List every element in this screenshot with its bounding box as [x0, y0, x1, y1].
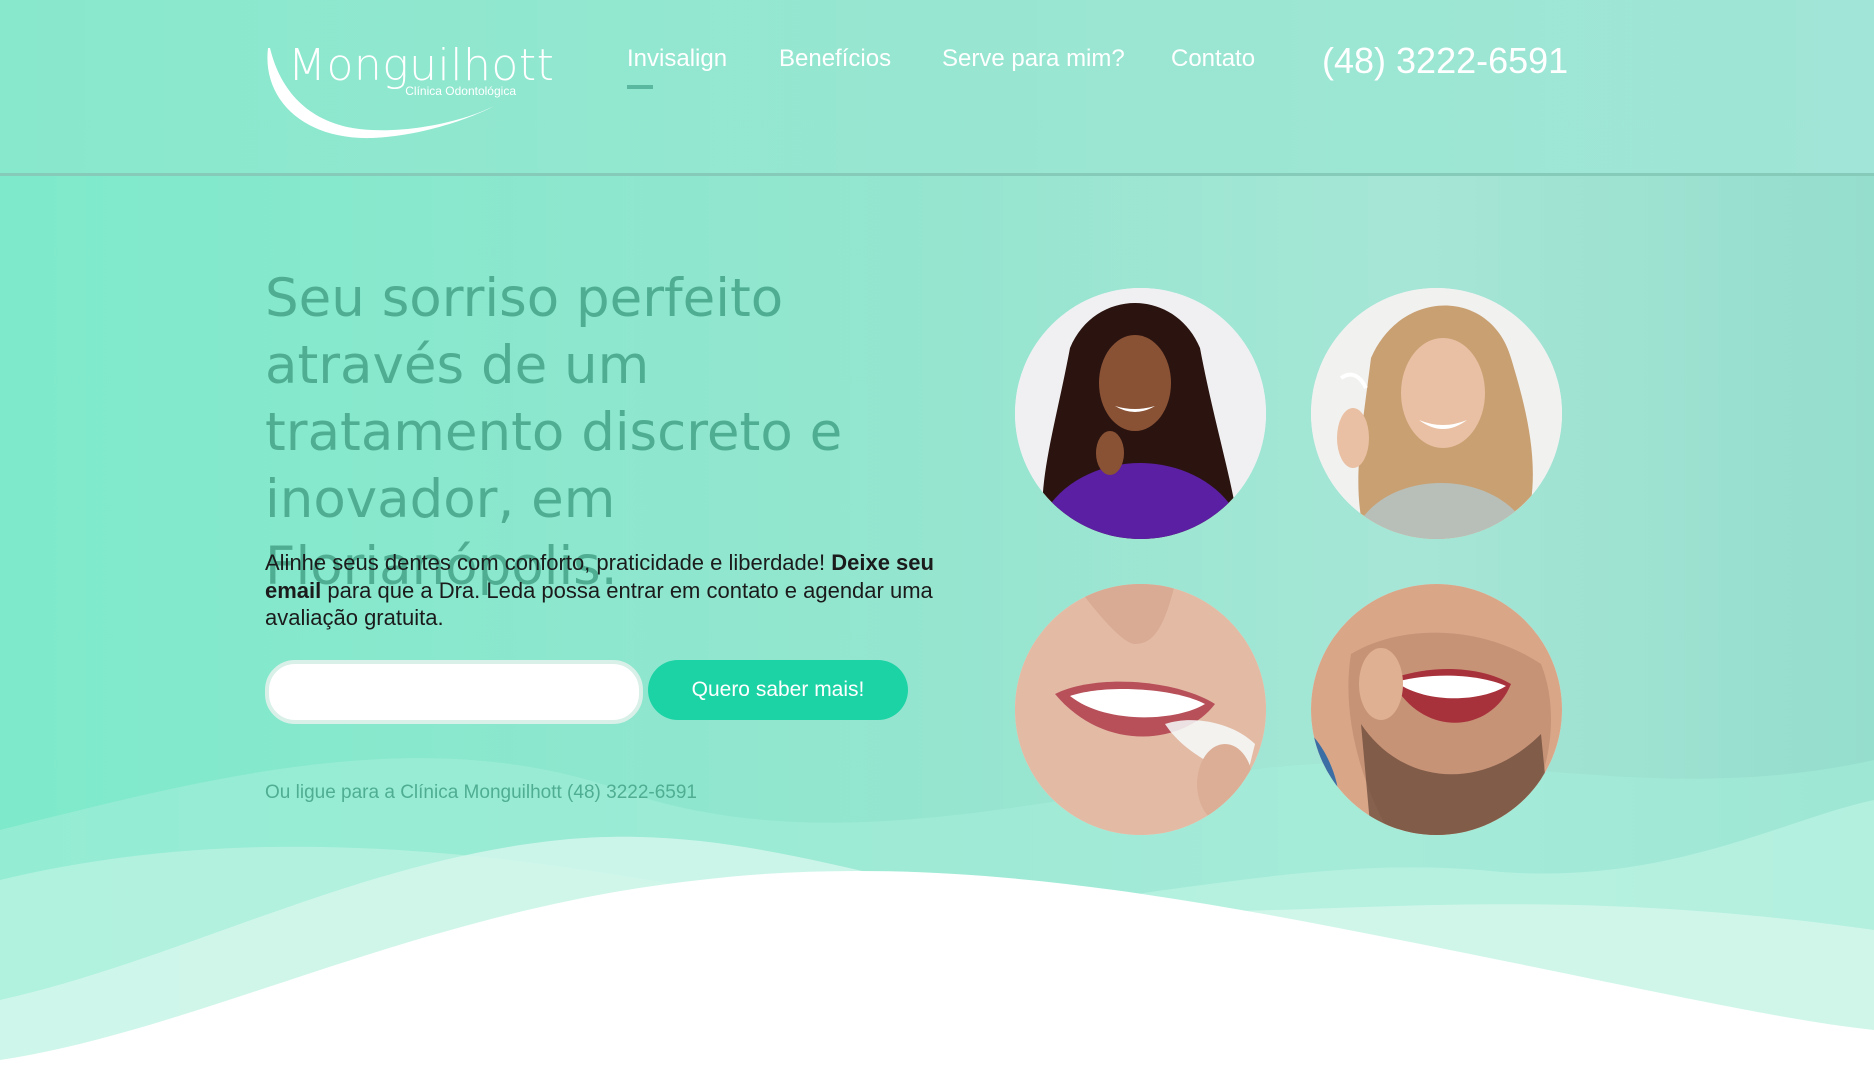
photo-woman-curly-hair [1015, 288, 1266, 539]
landing-page: Monguilhott Clínica Odontológica Invisal… [0, 0, 1874, 1080]
hero-desc-text-1: Alinhe seus dentes com conforto, pratici… [265, 550, 832, 575]
cta-button[interactable]: Quero saber mais! [648, 660, 908, 720]
photo-smile-closeup [1015, 584, 1266, 835]
nav-item-contato[interactable]: Contato [1171, 45, 1255, 79]
hero-description: Alinhe seus dentes com conforto, pratici… [265, 549, 955, 632]
hero-desc-text-2: para que a Dra. Leda possa entrar em con… [265, 577, 933, 631]
photo-woman-blonde [1311, 288, 1562, 539]
photo-man-beard [1311, 584, 1562, 835]
site-header: Monguilhott Clínica Odontológica Invisal… [0, 0, 1874, 176]
nav-item-serve-para-mim[interactable]: Serve para mim? [942, 45, 1125, 79]
nav-item-invisalign[interactable]: Invisalign [627, 45, 727, 89]
brand-logo[interactable]: Monguilhott Clínica Odontológica [262, 38, 554, 146]
decorative-waves [0, 758, 1874, 1080]
header-phone-link[interactable]: (48) 3222-6591 [1322, 40, 1568, 82]
email-input[interactable] [265, 660, 643, 724]
nav-item-beneficios[interactable]: Benefícios [779, 45, 891, 79]
logo-subtitle: Clínica Odontológica [405, 84, 516, 98]
call-clinic-text: Ou ligue para a Clínica Monguilhott (48)… [265, 782, 697, 803]
